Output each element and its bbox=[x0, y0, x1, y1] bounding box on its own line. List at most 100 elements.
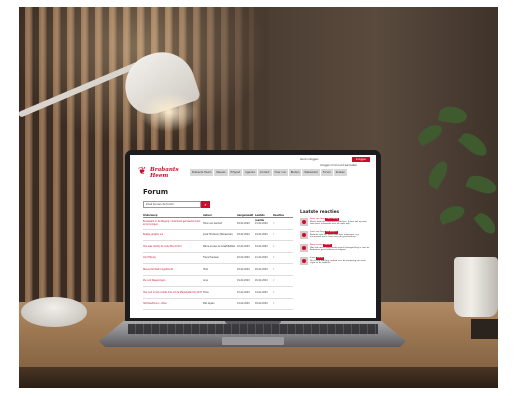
reply-count: 2 bbox=[273, 244, 275, 248]
created: 14-02-2020 bbox=[237, 302, 250, 306]
author: Piet Gijsen bbox=[203, 302, 215, 306]
reply-item[interactable]: Joost van Gem Dit project Bedankt voor h… bbox=[300, 231, 370, 239]
reply-body: Marie-Louise Nieuw Wat leuk dat er nog s… bbox=[310, 244, 370, 252]
nav-item[interactable]: Contact bbox=[257, 169, 272, 176]
table-row[interactable]: Oud Tilburg Frans Hanssen 20-02-2020 21-… bbox=[143, 253, 293, 264]
topic-link[interactable]: Hoe oud is het oudste huis uit de Meijer… bbox=[143, 291, 203, 294]
column-header[interactable]: Laatste reactie bbox=[255, 213, 273, 222]
laptop-hinge bbox=[225, 321, 281, 324]
author: Frans Hanssen bbox=[203, 256, 219, 260]
forum-table: Onderwerp Auteur Aangemaakt Laatste reac… bbox=[143, 213, 293, 310]
author: Hans van Gemert bbox=[203, 221, 223, 225]
avatar bbox=[300, 218, 308, 226]
topic-link[interactable]: Hoe was het bij de oude Monnickx? bbox=[143, 245, 203, 248]
created: 18-02-2020 bbox=[237, 233, 250, 237]
topic-link[interactable]: Het Raadhuis 1, Uden bbox=[143, 302, 203, 305]
topic-link[interactable]: Bouwwerk in de Mayerij: onderzoek gemeen… bbox=[143, 220, 203, 226]
table-row[interactable]: Boekje graptor vol Joost Hinderen (Behee… bbox=[143, 230, 293, 241]
laptop-trackpad bbox=[222, 337, 284, 345]
reply-count: 2 bbox=[273, 302, 275, 306]
created: 22-02-2020 bbox=[237, 244, 250, 248]
last-reply: 21-02-2020 bbox=[255, 256, 268, 260]
column-header[interactable]: Auteur bbox=[203, 213, 237, 217]
reply-count: 4 bbox=[273, 256, 275, 260]
created: 18-02-2020 bbox=[237, 267, 250, 271]
reply-count: 1 bbox=[273, 233, 275, 237]
last-reply: 19-02-2020 bbox=[255, 233, 268, 237]
reply-text: Wat leuk dat er nog steeds zoveel belang… bbox=[310, 246, 370, 252]
logo-text: Brabants Heem bbox=[150, 167, 179, 179]
table-row[interactable]: Hoe oud is het oudste huis uit de Meijer… bbox=[143, 287, 293, 299]
created: 20-02-2020 bbox=[237, 256, 250, 260]
nav-item[interactable]: Zoeken bbox=[333, 169, 347, 176]
nav-item[interactable]: Bladen bbox=[288, 169, 302, 176]
login-text[interactable]: Ga ik inloggen bbox=[300, 158, 319, 161]
lamp-base bbox=[21, 297, 87, 327]
register-link[interactable]: Inloggen of Account aanmaken bbox=[320, 164, 357, 167]
table-row[interactable]: Nieuw familielid ingebracht Huib 18-02-2… bbox=[143, 264, 293, 276]
table-row[interactable]: Bouwwerk in de Mayerij: onderzoek gemeen… bbox=[143, 218, 293, 230]
dark-box bbox=[471, 319, 498, 339]
nav-item[interactable]: Brabants Heem bbox=[190, 169, 214, 176]
last-reply: 21-02-2020 bbox=[255, 221, 268, 225]
main-nav: Brabants Heem Nieuws Erfgoed Agenda Cont… bbox=[190, 169, 347, 176]
author: Toine bbox=[203, 290, 209, 294]
reply-text: Bedankt voor het delen van deze informat… bbox=[310, 233, 359, 239]
author: Huib bbox=[203, 267, 209, 271]
search-input[interactable]: Zoek binnen de forum bbox=[143, 201, 201, 208]
desk-edge bbox=[19, 367, 498, 388]
topic-link[interactable]: Zie ook Wageningen bbox=[143, 279, 203, 282]
search-button[interactable]: ⌕ bbox=[201, 201, 210, 208]
logo-icon: ❦ bbox=[138, 166, 147, 177]
reply-item[interactable]: Frans Forum Het is een prachtig verhaal … bbox=[300, 257, 370, 265]
last-reply: 18-02-2020 bbox=[255, 302, 268, 306]
laptop-screen: Ga ik inloggen Inloggen Inloggen of Acco… bbox=[130, 155, 376, 318]
reply-text: Het is een prachtig verhaal over de oors… bbox=[310, 259, 366, 265]
reply-count: 1 bbox=[273, 267, 275, 271]
table-row[interactable]: Hoe was het bij de oude Monnickx? Marie-… bbox=[143, 241, 293, 253]
sidebar-title: Laatste reacties bbox=[300, 210, 340, 215]
avatar bbox=[300, 257, 308, 265]
last-reply: 24-02-2020 bbox=[255, 244, 268, 248]
reply-item[interactable]: Hans van Gem Oud Tilburg Mooie stad met … bbox=[300, 218, 370, 226]
laptop-keyboard bbox=[128, 324, 378, 334]
nav-item[interactable]: Nieuws bbox=[214, 169, 228, 176]
reply-count: 5 bbox=[273, 290, 275, 294]
avatar bbox=[300, 244, 308, 252]
topic-link[interactable]: Boekje graptor vol bbox=[143, 233, 203, 236]
topic-link[interactable]: Nieuw familielid ingebracht bbox=[143, 268, 203, 271]
reply-body: Frans Forum Het is een prachtig verhaal … bbox=[310, 257, 370, 265]
reply-item[interactable]: Marie-Louise Nieuw Wat leuk dat er nog s… bbox=[300, 244, 370, 252]
plant-pot bbox=[454, 257, 498, 317]
nav-item[interactable]: Agenda bbox=[243, 169, 257, 176]
search-icon: ⌕ bbox=[204, 202, 207, 207]
author: Marie-Louise de Graaf-Baltzer bbox=[203, 244, 236, 248]
author: Anja bbox=[203, 279, 208, 283]
nav-item[interactable]: Forum bbox=[320, 169, 333, 176]
last-reply: 19-02-2020 bbox=[255, 290, 268, 294]
avatar bbox=[300, 231, 308, 239]
latest-replies-panel: Laatste reacties Hans van Gem Oud Tilbur… bbox=[300, 210, 370, 270]
column-header[interactable]: Onderwerp bbox=[143, 213, 203, 217]
last-reply: 20-02-2020 bbox=[255, 267, 268, 271]
site-logo[interactable]: ❦ Brabants Heem bbox=[138, 165, 183, 183]
lamp-light bbox=[139, 92, 199, 132]
table-row[interactable]: Het Raadhuis 1, Uden Piet Gijsen 14-02-2… bbox=[143, 299, 293, 310]
last-reply: 20-02-2020 bbox=[255, 279, 268, 283]
created: 19-02-2020 bbox=[237, 279, 250, 283]
nav-item[interactable]: Over ons bbox=[272, 169, 288, 176]
column-header[interactable]: Aangemaakt bbox=[237, 213, 255, 217]
nav-item[interactable]: Erfgoed bbox=[228, 169, 243, 176]
logo-line-2: Heem bbox=[150, 173, 169, 179]
column-header[interactable]: Reacties bbox=[273, 213, 289, 217]
created: 15-02-2020 bbox=[237, 290, 250, 294]
login-button[interactable]: Inloggen bbox=[352, 157, 370, 162]
topic-link[interactable]: Oud Tilburg bbox=[143, 256, 203, 259]
reply-count: 2 bbox=[273, 279, 275, 283]
reply-body: Hans van Gem Oud Tilburg Mooie stad met … bbox=[310, 218, 370, 226]
author: Joost Hinderen (Beheerder) bbox=[203, 233, 233, 237]
nav-item[interactable]: Webwinkel bbox=[302, 169, 320, 176]
reply-text: Mooie stad met historische grachten. Ik … bbox=[310, 220, 367, 226]
table-row[interactable]: Zie ook Wageningen Anja 19-02-2020 20-02… bbox=[143, 276, 293, 287]
page-title: Forum bbox=[143, 188, 169, 196]
